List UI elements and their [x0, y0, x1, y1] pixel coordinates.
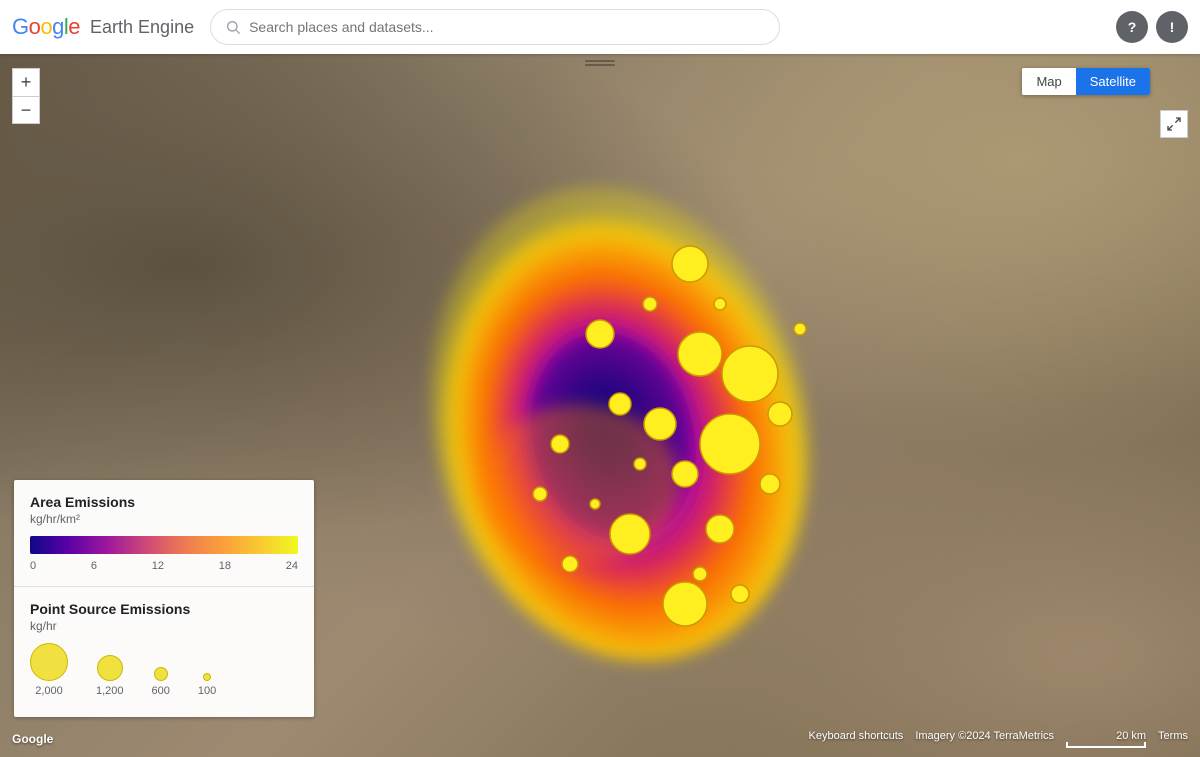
ps-label-600: 600	[152, 685, 170, 697]
emission-plume	[380, 134, 880, 694]
terms-link[interactable]: Terms	[1158, 730, 1188, 748]
ps-label-2000: 2,000	[35, 685, 63, 697]
map-container[interactable]: + − Map Satellite Area Emissions kg/hr/k…	[0, 54, 1200, 757]
scale-label-6: 6	[91, 560, 97, 572]
legend-panel: Area Emissions kg/hr/km² 0 6 12 18 24 Po…	[14, 480, 314, 717]
area-emissions-section: Area Emissions kg/hr/km² 0 6 12 18 24	[14, 480, 314, 587]
scale-label-18: 18	[219, 560, 231, 572]
color-gradient-bar	[30, 536, 298, 554]
google-wordmark: Google	[12, 14, 80, 40]
ps-circle-2000	[30, 643, 68, 681]
fullscreen-icon	[1166, 116, 1182, 132]
map-type-satellite[interactable]: Satellite	[1076, 68, 1150, 95]
point-source-section: Point Source Emissions kg/hr 2,000 1,200…	[14, 587, 314, 717]
color-bar-labels: 0 6 12 18 24	[30, 560, 298, 572]
scale-bar-container: 20 km	[1066, 730, 1146, 748]
area-emissions-unit: kg/hr/km²	[30, 512, 298, 526]
zoom-in-button[interactable]: +	[12, 68, 40, 96]
search-icon	[225, 19, 241, 35]
area-emissions-title: Area Emissions	[30, 494, 298, 510]
imagery-credit: Imagery ©2024 TerraMetrics	[915, 730, 1054, 748]
app-header: Google Earth Engine ? !	[0, 0, 1200, 54]
scale-label-0: 0	[30, 560, 36, 572]
zoom-out-button[interactable]: −	[12, 96, 40, 124]
app-name: Earth Engine	[90, 17, 194, 38]
point-source-unit: kg/hr	[30, 619, 298, 633]
point-source-legend: 2,000 1,200 600 100	[30, 643, 298, 697]
fullscreen-button[interactable]	[1160, 110, 1188, 138]
ps-item-1200: 1,200	[96, 655, 124, 697]
map-type-toggle: Map Satellite	[1022, 68, 1150, 95]
map-type-map[interactable]: Map	[1022, 68, 1075, 95]
app-logo: Google Earth Engine	[12, 14, 194, 40]
zoom-controls: + −	[12, 68, 40, 124]
scale-label-12: 12	[152, 560, 164, 572]
point-source-title: Point Source Emissions	[30, 601, 298, 617]
scale-bar	[1066, 742, 1146, 748]
keyboard-shortcuts-link[interactable]: Keyboard shortcuts	[809, 730, 904, 748]
ps-circle-100	[203, 673, 211, 681]
help-button[interactable]: ?	[1116, 11, 1148, 43]
notifications-button[interactable]: !	[1156, 11, 1188, 43]
google-watermark: Google	[12, 732, 53, 746]
bottom-links: Keyboard shortcuts Imagery ©2024 TerraMe…	[809, 730, 1188, 748]
ps-label-100: 100	[198, 685, 216, 697]
scale-label-24: 24	[286, 560, 298, 572]
ps-item-600: 600	[152, 667, 170, 697]
ps-item-100: 100	[198, 673, 216, 697]
ps-circle-600	[154, 667, 168, 681]
ps-label-1200: 1,200	[96, 685, 124, 697]
header-icons: ? !	[1116, 11, 1188, 43]
search-input[interactable]	[249, 19, 765, 35]
ps-circle-1200	[97, 655, 123, 681]
drag-handle[interactable]	[580, 54, 620, 72]
scale-label: 20 km	[1116, 730, 1146, 742]
ps-item-2000: 2,000	[30, 643, 68, 697]
bottom-bar: Google Keyboard shortcuts Imagery ©2024 …	[0, 721, 1200, 757]
search-bar[interactable]	[210, 9, 780, 45]
